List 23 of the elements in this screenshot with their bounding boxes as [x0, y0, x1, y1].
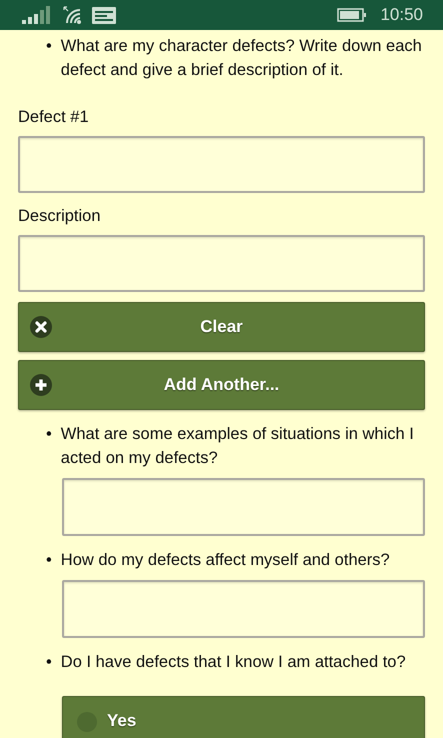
radio-option[interactable]: Yes [62, 696, 425, 738]
question-text: How do my defects affect myself and others? [60, 550, 391, 571]
field-label: Description [18, 207, 102, 226]
input-field[interactable] [62, 478, 425, 536]
wifi-icon [63, 6, 83, 24]
message-icon [92, 6, 116, 24]
clock-time: 10:50 [380, 5, 423, 25]
input-field[interactable] [62, 580, 425, 638]
plus-icon [30, 374, 52, 396]
add-button[interactable]: Add Another... [18, 360, 425, 410]
question-text: Do I have defects that I know I am attached to? [60, 652, 407, 673]
field-label: Defect #1 [18, 108, 90, 127]
question-text: What are my character defects? Write down each defect and give a brief description of it. [60, 36, 423, 81]
bullet: • [46, 652, 52, 673]
question-text: What are some examples of situations in which I acted on my defects? [60, 424, 415, 469]
bullet: • [46, 36, 52, 57]
bullet: • [46, 550, 52, 571]
close-icon [30, 316, 52, 338]
battery-icon [337, 8, 368, 22]
clear-button[interactable]: Clear [18, 302, 425, 352]
input-field[interactable] [18, 235, 425, 292]
input-field[interactable] [18, 136, 425, 193]
bullet: • [46, 424, 52, 445]
